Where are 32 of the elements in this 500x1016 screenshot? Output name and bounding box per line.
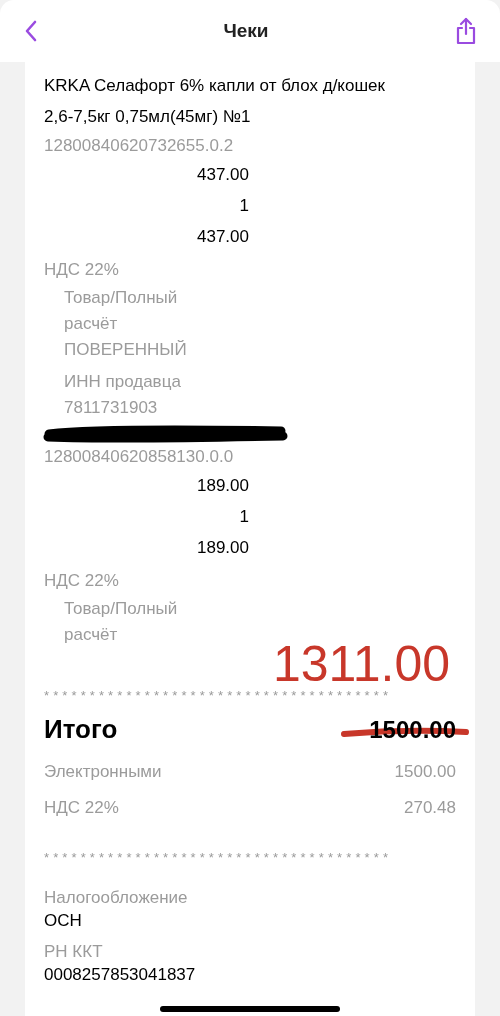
item-detail: ПОВЕРЕННЫЙ (63, 339, 188, 361)
item-detail: Товар/Полный расчёт (63, 598, 179, 646)
seller-inn: 7811731903 (63, 397, 159, 419)
vat-rate: НДС 22% (44, 259, 120, 281)
field-value: ОСН (44, 911, 83, 931)
price: 189.00 (196, 475, 249, 497)
seller-label: ИНН продавца (63, 371, 182, 393)
quantity: 1 (238, 506, 249, 528)
handwritten-total: 1311.00 (272, 640, 450, 688)
quantity: 1 (238, 195, 249, 217)
product-code: 12800840620858130.0.0 (44, 446, 235, 468)
screen-title: Чеки (223, 20, 269, 42)
line-total: 189.00 (196, 537, 249, 559)
share-icon[interactable] (454, 17, 478, 45)
vat-rate: НДС 22% (44, 570, 120, 592)
separator: ************************************** (44, 688, 394, 704)
payment-label: НДС 22% (44, 797, 119, 819)
payment-label: Электронными (44, 761, 162, 783)
field-label: РН ККТ (44, 941, 104, 963)
back-icon[interactable] (24, 19, 38, 43)
field-label: Налогообложение (44, 887, 189, 909)
total-value: 1500.00 (369, 714, 456, 745)
product-name: KRKA Селафорт 6% капли от блох д/кошек 2,6-7,5кг 0,75мл(45мг) №1 (44, 75, 386, 128)
field-value: 0008257853041837 (44, 965, 197, 985)
price: 437.00 (196, 164, 249, 186)
payment-value: 1500.00 (394, 761, 456, 783)
product-code: 12800840620732655.0.2 (44, 135, 235, 157)
line-total: 437.00 (196, 226, 249, 248)
payment-value: 270.48 (404, 797, 456, 819)
total-label: Итого (44, 713, 118, 745)
item-detail: Товар/Полный расчёт (63, 287, 179, 335)
separator: ************************************** (44, 849, 394, 867)
